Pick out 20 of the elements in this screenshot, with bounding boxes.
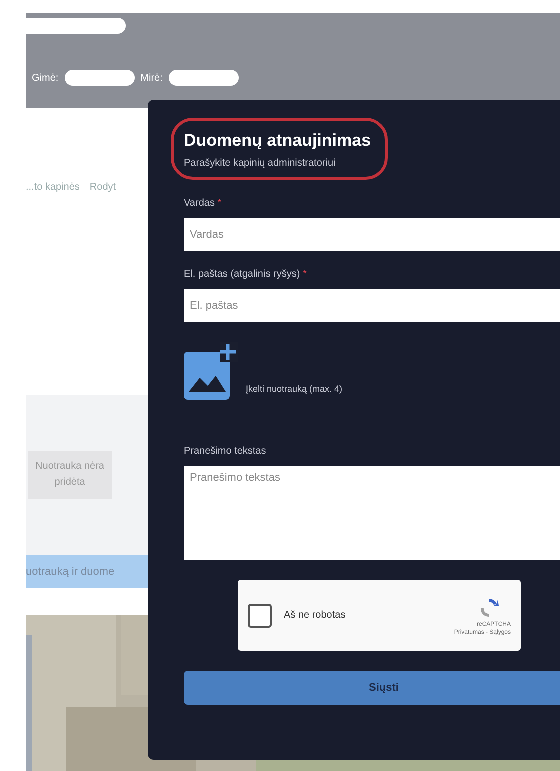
submit-button[interactable]: Siųsti <box>184 671 560 705</box>
input-field[interactable]: Vardas <box>184 218 560 251</box>
modal-subtitle: Parašykite kapinių administratoriui <box>184 158 337 169</box>
field-label: Pranešimo tekstas <box>184 446 268 457</box>
add-image-icon[interactable] <box>184 342 238 400</box>
born-field <box>64 70 135 86</box>
field-label: El. paštas (atgalinis ryšys) * <box>184 269 308 280</box>
field-label: Vardas * <box>184 198 223 209</box>
born-label: Gimė: <box>32 72 59 84</box>
input-field[interactable]: El. paštas <box>184 289 560 322</box>
captcha-label: Aš ne robotas <box>284 610 347 621</box>
message-field[interactable]: Pranešimo tekstas <box>184 466 560 560</box>
cemetery-text: ...to kapinės <box>26 182 80 193</box>
upload-label: Įkelti nuotrauką (max. 4) <box>246 384 343 394</box>
modal-title: Duomenų atnaujinimas <box>184 131 372 151</box>
died-label: Mirė: <box>140 72 163 84</box>
died-field <box>168 70 239 86</box>
checkbox[interactable] <box>248 604 272 628</box>
no-photo-text: Nuotrauka nėra pridėta <box>36 461 104 488</box>
show-link[interactable]: Rodyt <box>90 182 116 193</box>
